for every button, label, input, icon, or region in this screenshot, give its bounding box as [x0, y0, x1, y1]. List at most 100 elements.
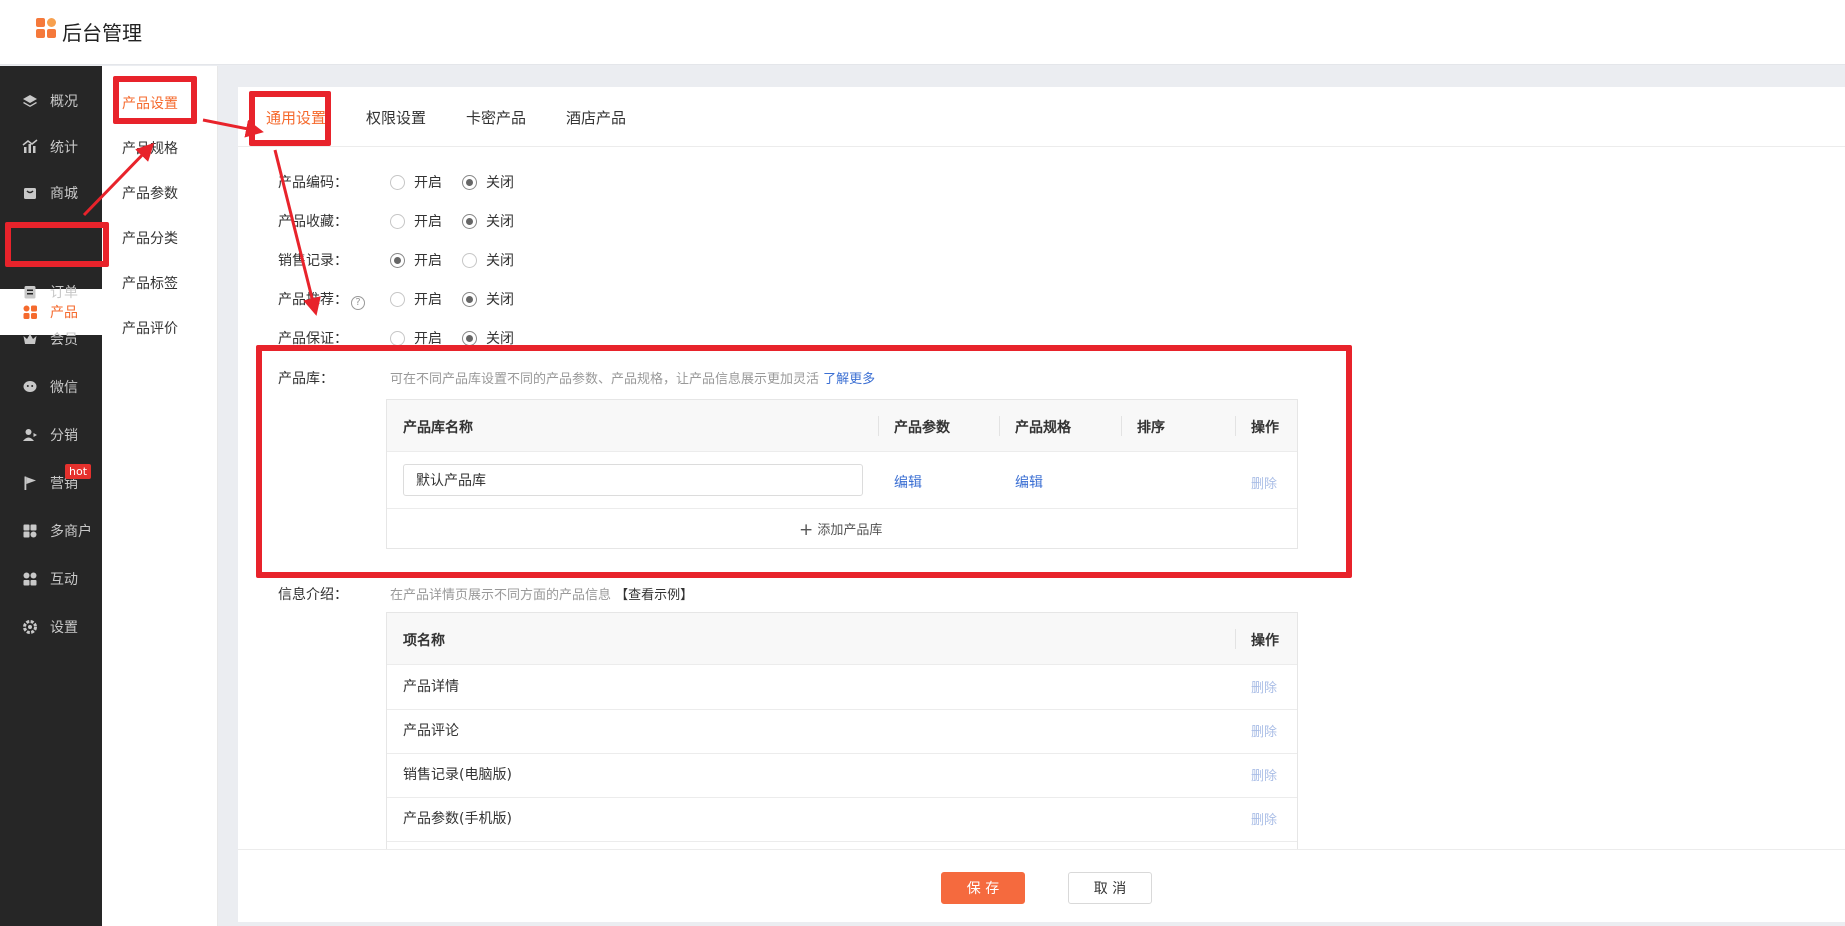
- info-label: 信息介绍：: [278, 587, 348, 603]
- view-example-link[interactable]: 【查看示例】: [615, 588, 693, 603]
- col-separator: [1235, 416, 1236, 436]
- tab-card-products[interactable]: 卡密产品: [466, 107, 526, 128]
- delete-row-link[interactable]: 删除: [1251, 721, 1277, 740]
- app-title: 后台管理: [62, 21, 142, 45]
- radio-favorite-on[interactable]: 开启: [390, 211, 442, 231]
- radio-label: 关闭: [486, 253, 514, 269]
- col-separator: [1121, 416, 1122, 436]
- edit-specs-link[interactable]: 编辑: [1015, 472, 1043, 492]
- subnav-item-product-tags[interactable]: 产品标签: [122, 273, 178, 293]
- subnav-item-product-settings[interactable]: 产品设置: [122, 93, 178, 113]
- radio-dot: [462, 330, 477, 346]
- radio-label: 开启: [414, 292, 442, 308]
- setting-label-recommend: 产品推荐：?: [278, 289, 365, 310]
- add-library-button[interactable]: + 添加产品库: [799, 519, 882, 540]
- radio-dot: [390, 330, 405, 346]
- radio-code-on[interactable]: 开启: [390, 172, 442, 192]
- row-divider: [387, 709, 1297, 710]
- delete-row-link[interactable]: 删除: [1251, 765, 1277, 784]
- chart-icon: [22, 139, 38, 155]
- radio-dot: [390, 252, 405, 268]
- order-icon: [22, 284, 38, 300]
- delete-row-link[interactable]: 删除: [1251, 809, 1277, 828]
- sidebar-item-multi-merchant[interactable]: 多商户: [0, 508, 102, 554]
- sidebar-item-members[interactable]: 会员: [0, 316, 102, 362]
- save-button[interactable]: 保 存: [941, 872, 1025, 904]
- sidebar-item-interact[interactable]: 互动: [0, 556, 102, 602]
- radio-label: 关闭: [486, 175, 514, 191]
- info-table: 项名称 操作 产品详情 删除 产品评论 删除 销售记录(电脑版) 删除 产品参数…: [386, 612, 1298, 852]
- sidebar-item-marketing[interactable]: 营销 hot: [0, 460, 102, 506]
- sidebar-item-label: 分销: [50, 428, 78, 444]
- col-action: 操作: [1251, 633, 1279, 649]
- table-row: 产品参数(手机版): [403, 811, 512, 827]
- radio-dot: [462, 174, 477, 190]
- radio-sales-off[interactable]: 关闭: [462, 250, 514, 270]
- radio-dot: [462, 291, 477, 307]
- sidebar-item-orders[interactable]: 订单: [0, 269, 102, 315]
- radio-favorite-off[interactable]: 关闭: [462, 211, 514, 231]
- col-specs: 产品规格: [1015, 420, 1071, 436]
- radio-dot: [462, 252, 477, 268]
- delete-row-link[interactable]: 删除: [1251, 677, 1277, 696]
- wechat-icon: [22, 379, 38, 395]
- sidebar-item-label: 商城: [50, 186, 78, 202]
- setting-label-guarantee: 产品保证：: [278, 331, 348, 347]
- col-item-name: 项名称: [403, 633, 445, 649]
- row-divider: [387, 841, 1297, 842]
- radio-label: 关闭: [486, 214, 514, 230]
- radio-guarantee-off[interactable]: 关闭: [462, 328, 514, 348]
- sidebar-item-settings[interactable]: 设置: [0, 604, 102, 650]
- subnav-item-product-params[interactable]: 产品参数: [122, 183, 178, 203]
- sidebar-item-label: 多商户: [50, 524, 92, 540]
- radio-code-off[interactable]: 关闭: [462, 172, 514, 192]
- radio-label: 开启: [414, 253, 442, 269]
- radio-sales-on[interactable]: 开启: [390, 250, 442, 270]
- subnav-item-product-category[interactable]: 产品分类: [122, 228, 178, 248]
- radio-label: 关闭: [486, 292, 514, 308]
- hot-badge: hot: [65, 464, 92, 479]
- tab-permissions[interactable]: 权限设置: [366, 107, 426, 128]
- tab-hotel-products[interactable]: 酒店产品: [566, 107, 626, 128]
- col-action: 操作: [1251, 420, 1279, 436]
- radio-dot: [390, 291, 405, 307]
- subnav-item-product-reviews[interactable]: 产品评价: [122, 318, 178, 338]
- sidebar-item-label: 微信: [50, 380, 78, 396]
- radio-recommend-on[interactable]: 开启: [390, 289, 442, 309]
- cancel-button[interactable]: 取 消: [1068, 872, 1152, 904]
- tab-bar: 通用设置 权限设置 卡密产品 酒店产品: [238, 87, 1845, 147]
- edit-params-link[interactable]: 编辑: [894, 472, 922, 492]
- sidebar-item-distribution[interactable]: 分销: [0, 412, 102, 458]
- col-library-name: 产品库名称: [403, 420, 473, 436]
- info-hint: 在产品详情页展示不同方面的产品信息 【查看示例】: [390, 584, 693, 603]
- interact-icon: [22, 571, 38, 587]
- sidebar-item-label: 概况: [50, 94, 78, 110]
- col-separator: [878, 416, 879, 436]
- crown-icon: [22, 331, 38, 347]
- library-table-header: 产品库名称 产品参数 产品规格 排序 操作: [387, 400, 1297, 452]
- radio-guarantee-on[interactable]: 开启: [390, 328, 442, 348]
- footer-actions: 保 存 取 消: [238, 849, 1845, 922]
- delete-library-link[interactable]: 删除: [1251, 473, 1277, 492]
- learn-more-link[interactable]: 了解更多: [823, 372, 875, 387]
- sub-sidebar: 产品设置 产品规格 产品参数 产品分类 产品标签 产品评价: [102, 66, 218, 926]
- tab-general[interactable]: 通用设置: [266, 107, 326, 128]
- plus-icon: +: [799, 520, 814, 540]
- library-name-input[interactable]: [403, 464, 863, 496]
- sidebar-item-wechat[interactable]: 微信: [0, 364, 102, 410]
- radio-recommend-off[interactable]: 关闭: [462, 289, 514, 309]
- merchant-icon: [22, 523, 38, 539]
- sidebar-item-stats[interactable]: 统计: [0, 124, 102, 170]
- subnav-item-product-specs[interactable]: 产品规格: [122, 138, 178, 158]
- help-icon[interactable]: ?: [351, 295, 365, 310]
- table-row: 销售记录(电脑版): [403, 767, 512, 783]
- sidebar-item-store[interactable]: 商城: [0, 170, 102, 216]
- setting-label-sales-record: 销售记录：: [278, 253, 348, 269]
- radio-dot: [462, 213, 477, 229]
- add-library-label: 添加产品库: [817, 523, 883, 538]
- sidebar-item-overview[interactable]: 概况: [0, 78, 102, 124]
- col-separator: [1235, 629, 1236, 649]
- sidebar-item-label: 设置: [50, 620, 78, 636]
- sidebar-item-label: 互动: [50, 572, 78, 588]
- sidebar-item-label: 订单: [50, 285, 78, 301]
